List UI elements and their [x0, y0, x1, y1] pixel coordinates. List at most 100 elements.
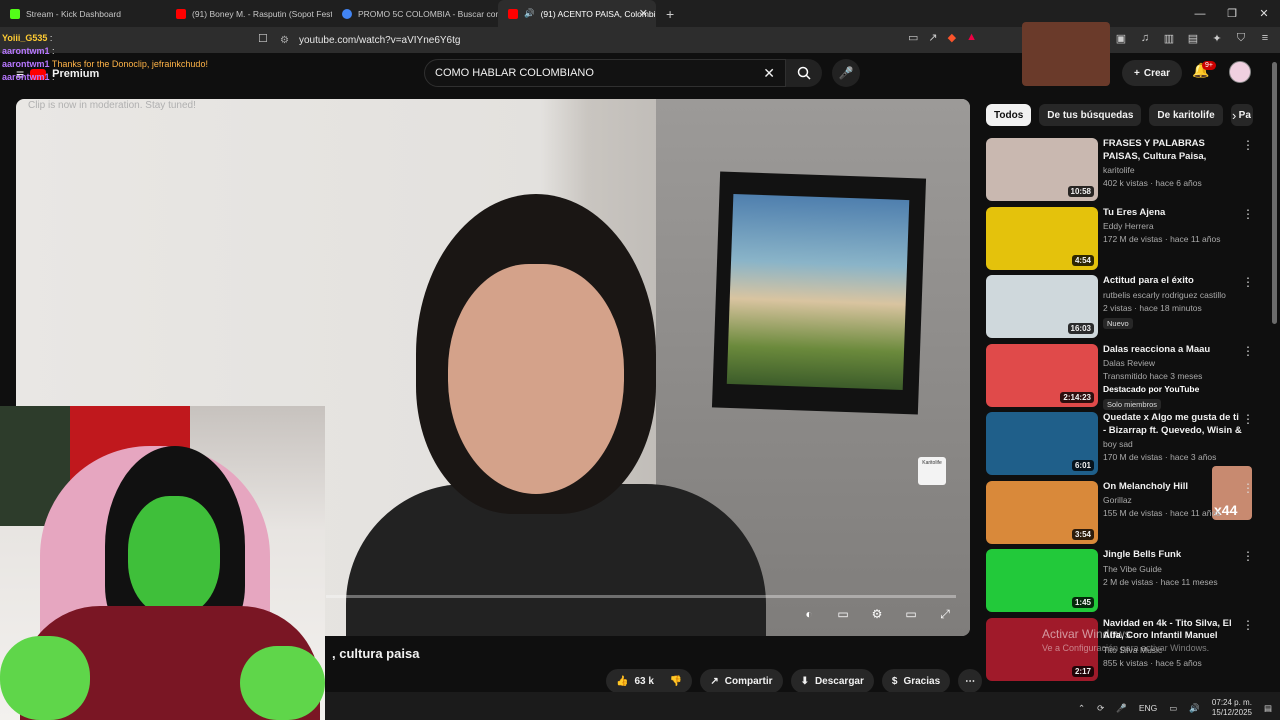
- tab-google-search[interactable]: PROMO 5C COLOMBIA - Buscar con: [332, 0, 498, 27]
- recommendation-item[interactable]: 10:58 FRASES Y PALABRAS PAISAS, Cultura …: [986, 138, 1258, 207]
- recommendation-channel[interactable]: Eddy Herrera: [1103, 221, 1243, 231]
- duration-badge: 6:01: [1071, 460, 1094, 471]
- more-vert-icon[interactable]: ⋮: [1242, 549, 1254, 563]
- share-icon[interactable]: ↗: [928, 31, 937, 44]
- recommendation-channel[interactable]: The Vibe Guide: [1103, 564, 1243, 574]
- like-count: 63 k: [634, 675, 654, 687]
- sidebar-icon[interactable]: ▥: [1162, 31, 1176, 45]
- music-icon[interactable]: ♫: [1138, 31, 1152, 45]
- wallet-icon[interactable]: ▤: [1186, 31, 1200, 45]
- restore-button[interactable]: ❐: [1216, 0, 1248, 27]
- recommendation-channel[interactable]: karitolife: [1103, 165, 1243, 175]
- close-window-button[interactable]: ✕: [1248, 0, 1280, 27]
- recommendation-title[interactable]: Tu Eres Ajena: [1103, 207, 1243, 220]
- chevron-up-icon[interactable]: ⌃: [1078, 703, 1085, 714]
- chip-from-channel[interactable]: De karitolife: [1149, 104, 1223, 126]
- video-thumbnail[interactable]: 10:58: [986, 138, 1098, 201]
- network-icon[interactable]: ▭: [1169, 703, 1177, 714]
- more-vert-icon[interactable]: ⋮: [1242, 275, 1254, 289]
- notifications-icon[interactable]: ▤: [1264, 703, 1272, 714]
- video-thumbnail[interactable]: 16:03: [986, 275, 1098, 338]
- microphone-icon[interactable]: 🎤: [1116, 703, 1127, 714]
- chip-all[interactable]: Todos: [986, 104, 1032, 126]
- more-vert-icon[interactable]: ⋮: [1242, 138, 1254, 152]
- recommendation-item[interactable]: 16:03 Actitud para el éxito rutbelis esc…: [986, 275, 1258, 344]
- address-actions: ▭ ↗ ◆ ▲: [908, 31, 977, 44]
- recommendation-title[interactable]: Quedate x Algo me gusta de ti - Bizarrap…: [1103, 412, 1243, 437]
- clock[interactable]: 07:24 p. m. 15/12/2025: [1212, 698, 1252, 718]
- voice-search-button[interactable]: 🎤: [832, 59, 860, 87]
- recommendation-item[interactable]: 2:14:23 Dalas reacciona a Maau Dalas Rev…: [986, 343, 1258, 413]
- activate-windows-title: Activar Windows: [1042, 627, 1131, 641]
- recommendation-title[interactable]: On Melancholy Hill: [1103, 481, 1243, 494]
- fullscreen-icon[interactable]: ⤢: [936, 607, 954, 621]
- cast-icon[interactable]: ▭: [908, 31, 918, 44]
- rewards-icon[interactable]: ▲: [966, 31, 977, 44]
- more-vert-icon[interactable]: ⋮: [1242, 481, 1254, 495]
- recommendation-item[interactable]: 3:54 On Melancholy Hill Gorillaz 155 M d…: [986, 480, 1258, 550]
- volume-icon[interactable]: 🔊: [1189, 703, 1200, 714]
- avatar[interactable]: [1229, 61, 1251, 83]
- recommendation-channel[interactable]: Dalas Review: [1103, 358, 1243, 368]
- brave-shield-icon[interactable]: ◆: [948, 31, 956, 44]
- leo-ai-icon[interactable]: ✦: [1210, 31, 1224, 45]
- duration-badge: 4:54: [1071, 254, 1094, 266]
- autoplay-toggle[interactable]: ◐: [800, 607, 818, 621]
- new-tab-button[interactable]: +: [656, 6, 684, 22]
- download-button[interactable]: ⬇ Descargar: [790, 669, 874, 693]
- channel-watermark[interactable]: Karitolife: [918, 457, 946, 485]
- thumbs-down-icon[interactable]: 👎: [670, 676, 682, 687]
- recommendation-title[interactable]: Actitud para el éxito: [1103, 275, 1243, 288]
- create-button[interactable]: + Crear: [1122, 60, 1182, 86]
- chip-from-searches[interactable]: De tus búsquedas: [1039, 104, 1142, 126]
- tab-label: (91) Boney M. - Rasputin (Sopot Festi: [192, 8, 332, 19]
- more-vert-icon[interactable]: ⋮: [1242, 344, 1254, 358]
- video-thumbnail[interactable]: 2:14:23: [986, 343, 1098, 407]
- chevron-right-icon[interactable]: ›: [1232, 108, 1236, 123]
- close-tab-icon[interactable]: ✕: [639, 7, 648, 20]
- menu-icon[interactable]: ≡: [1258, 31, 1272, 45]
- recommendation-item[interactable]: 1:45 Jingle Bells Funk The Vibe Guide 2 …: [986, 549, 1258, 618]
- vpn-icon[interactable]: ⛉: [1234, 31, 1248, 45]
- recommendation-channel[interactable]: boy sad: [1103, 439, 1243, 449]
- minimize-button[interactable]: —: [1184, 0, 1216, 27]
- thanks-label: Gracias: [903, 675, 941, 687]
- chat-user: aarontwm1: [2, 46, 50, 56]
- tab-acento-paisa[interactable]: 🔊 (91) ACENTO PAISA, Colombi ✕: [498, 0, 656, 27]
- more-vert-icon[interactable]: ⋮: [1242, 412, 1254, 426]
- bookmark-icon[interactable]: ☐: [258, 32, 268, 45]
- more-actions-button[interactable]: ⋯: [958, 669, 983, 693]
- more-vert-icon[interactable]: ⋮: [1242, 207, 1254, 221]
- recommendation-item[interactable]: 6:01 Quedate x Algo me gusta de ti - Biz…: [986, 412, 1258, 481]
- settings-icon[interactable]: ⚙: [868, 607, 886, 621]
- video-thumbnail[interactable]: 3:54: [986, 480, 1098, 544]
- share-button[interactable]: ↗ Compartir: [700, 669, 783, 693]
- sync-icon[interactable]: ⟳: [1097, 703, 1104, 714]
- recommendation-channel[interactable]: rutbelis escarly rodriguez castillo: [1103, 290, 1243, 300]
- tab-kick-dashboard[interactable]: Stream - Kick Dashboard: [0, 0, 166, 27]
- video-thumbnail[interactable]: 1:45: [986, 549, 1098, 612]
- language-indicator[interactable]: ENG: [1139, 703, 1157, 713]
- thanks-button[interactable]: $ Gracias: [881, 669, 951, 693]
- url-field[interactable]: ⚙ youtube.com/watch?v=aVIYne6Y6tg: [280, 30, 900, 50]
- recommendation-channel[interactable]: Gorillaz: [1103, 495, 1243, 505]
- like-button[interactable]: 👍 63 k 👎: [606, 669, 693, 693]
- theater-mode-icon[interactable]: ▭: [902, 607, 920, 621]
- recommendation-item[interactable]: 4:54 Tu Eres Ajena Eddy Herrera 172 M de…: [986, 206, 1258, 276]
- video-thumbnail[interactable]: 6:01: [986, 412, 1098, 475]
- recommendations-list: 10:58 FRASES Y PALABRAS PAISAS, Cultura …: [986, 138, 1258, 686]
- screenshot-icon[interactable]: ▣: [1114, 31, 1128, 45]
- recommendation-title[interactable]: Dalas reacciona a Maau: [1103, 344, 1243, 357]
- tab-rasputin[interactable]: (91) Boney M. - Rasputin (Sopot Festi: [166, 0, 332, 27]
- recommendation-title[interactable]: Jingle Bells Funk: [1103, 549, 1243, 562]
- more-vert-icon[interactable]: ⋮: [1242, 618, 1254, 632]
- video-thumbnail[interactable]: 4:54: [986, 206, 1098, 270]
- site-info-icon[interactable]: ⚙: [280, 35, 289, 46]
- subtitles-icon[interactable]: ▭: [834, 607, 852, 621]
- clear-search-icon[interactable]: ✕: [763, 65, 775, 82]
- video-progress-bar[interactable]: [326, 595, 956, 598]
- search-button[interactable]: [786, 59, 822, 87]
- search-input[interactable]: COMO HABLAR COLOMBIANO ✕: [424, 59, 786, 87]
- scrollbar[interactable]: [1272, 62, 1277, 324]
- recommendation-title[interactable]: FRASES Y PALABRAS PAISAS, Cultura Paisa,…: [1103, 138, 1243, 163]
